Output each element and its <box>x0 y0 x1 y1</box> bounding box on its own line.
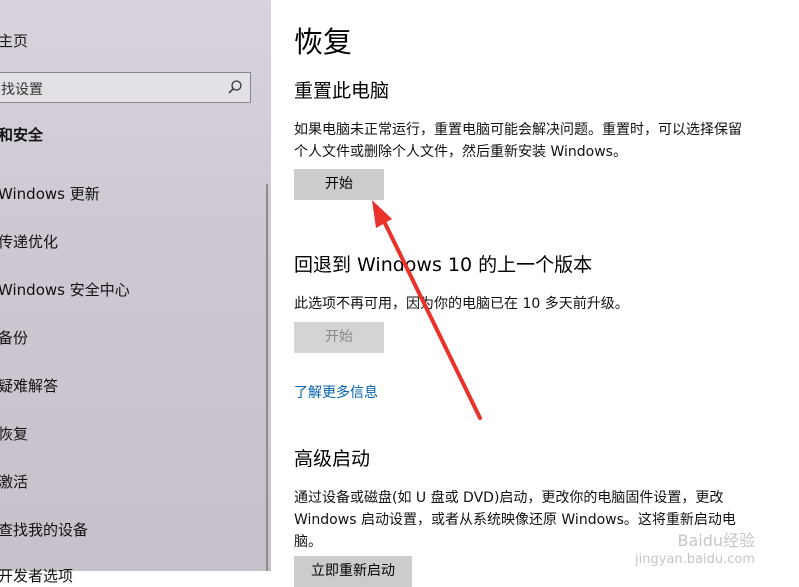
page-title: 恢复 <box>294 25 353 59</box>
sidebar: 主页 找设置 和安全 Windows 更新 传递优化 Windows 安全中心 … <box>0 0 271 585</box>
sidebar-item-windows-security[interactable]: Windows 安全中心 <box>0 279 130 300</box>
sidebar-item-find-my-device[interactable]: 查找我的设备 <box>0 519 88 540</box>
reset-start-button[interactable]: 开始 <box>294 169 384 200</box>
rollback-section-title: 回退到 Windows 10 的上一个版本 <box>294 254 593 276</box>
sidebar-item-windows-update[interactable]: Windows 更新 <box>0 183 100 204</box>
search-icon[interactable] <box>227 79 243 95</box>
learn-more-link[interactable]: 了解更多信息 <box>294 382 378 402</box>
rollback-start-button[interactable]: 开始 <box>294 322 384 353</box>
watermark-logo: Baidu经验 <box>677 531 755 550</box>
search-input[interactable]: 找设置 <box>1 79 43 99</box>
reset-description: 如果电脑未正常运行，重置电脑可能会解决问题。重置时，可以选择保留个人文件或删除个… <box>294 122 742 160</box>
sidebar-home-link[interactable]: 主页 <box>0 30 28 51</box>
sidebar-scrollbar[interactable] <box>266 184 268 571</box>
restart-now-button[interactable]: 立即重新启动 <box>294 556 412 587</box>
sidebar-item-troubleshoot[interactable]: 疑难解答 <box>0 375 58 396</box>
search-box[interactable]: 找设置 <box>0 72 251 103</box>
main-content: 恢复 重置此电脑 如果电脑未正常运行，重置电脑可能会解决问题。重置时，可以选择保… <box>271 0 799 587</box>
sidebar-section-title: 和安全 <box>0 126 44 144</box>
sidebar-item-developer-options[interactable]: 开发者选项 <box>0 565 73 586</box>
watermark-url: jingyan.baidu.com <box>635 552 755 567</box>
advanced-startup-title: 高级启动 <box>294 448 371 470</box>
sidebar-item-activation[interactable]: 激活 <box>0 471 28 492</box>
sidebar-item-backup[interactable]: 备份 <box>0 327 28 348</box>
sidebar-item-delivery-optimization[interactable]: 传递优化 <box>0 231 58 252</box>
reset-section-title: 重置此电脑 <box>294 80 390 102</box>
sidebar-item-recovery[interactable]: 恢复 <box>0 423 28 444</box>
rollback-description: 此选项不再可用，因为你的电脑已在 10 多天前升级。 <box>294 296 629 312</box>
